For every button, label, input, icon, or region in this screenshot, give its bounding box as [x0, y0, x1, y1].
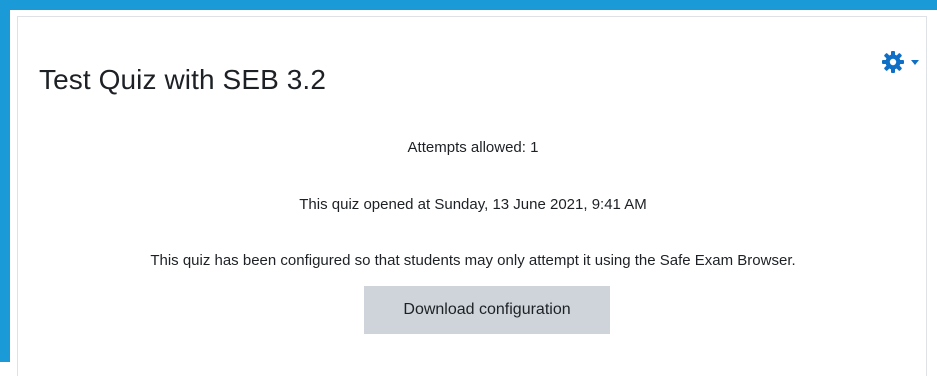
- focus-frame: Test Quiz with SEB 3.2 Attempts allowed:…: [0, 0, 937, 376]
- seb-requirement-text: This quiz has been configured so that st…: [150, 252, 796, 269]
- page-title: Test Quiz with SEB 3.2: [39, 64, 326, 95]
- quiz-opened-text: This quiz opened at Sunday, 13 June 2021…: [299, 196, 647, 213]
- caret-down-icon: [911, 59, 919, 65]
- attempts-allowed-text: Attempts allowed: 1: [407, 139, 539, 156]
- actions-menu-toggle[interactable]: [881, 50, 919, 74]
- download-configuration-button[interactable]: Download configuration: [364, 286, 610, 334]
- quiz-card: Test Quiz with SEB 3.2 Attempts allowed:…: [17, 16, 927, 376]
- gear-icon: [882, 51, 904, 73]
